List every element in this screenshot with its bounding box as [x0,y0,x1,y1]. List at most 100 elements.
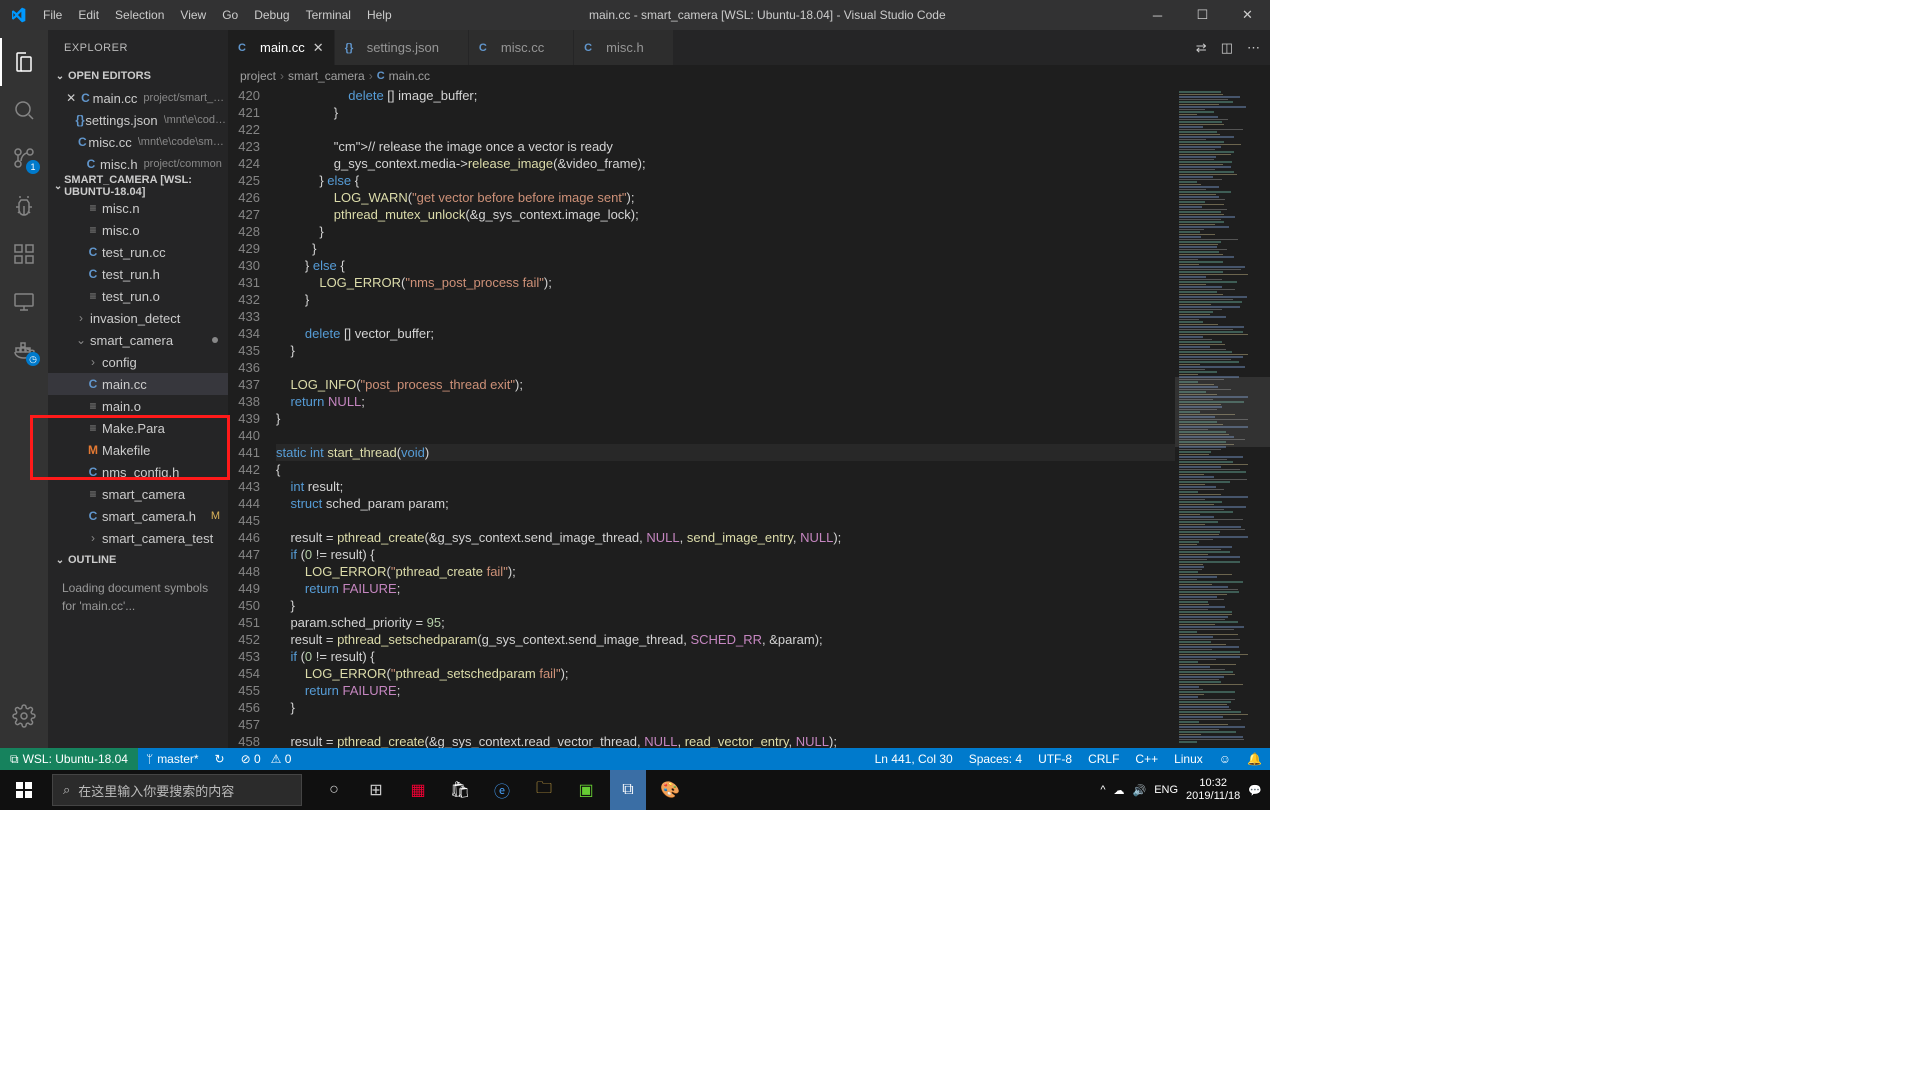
open-editors-section[interactable]: ⌄OPEN EDITORS [48,65,228,87]
main-menu: FileEditSelectionViewGoDebugTerminalHelp [35,0,400,30]
close-tab-icon[interactable]: ✕ [313,40,324,56]
settings-activity[interactable] [0,692,48,740]
explorer-item[interactable]: MMakefile [48,439,228,461]
explorer-item[interactable]: ›config [48,351,228,373]
explorer-item[interactable]: ›invasion_detect [48,307,228,329]
cursor-position[interactable]: Ln 441, Col 30 [867,752,961,766]
encoding[interactable]: UTF-8 [1030,752,1080,766]
editor-tab[interactable]: Cmisc.cc✕ [469,30,574,65]
taskbar-search[interactable]: ⌕在这里输入你要搜索的内容 [52,774,302,806]
explorer-item[interactable]: ≡Make.Para [48,417,228,439]
menu-go[interactable]: Go [214,0,246,30]
minimap-slider[interactable] [1175,377,1270,447]
menu-file[interactable]: File [35,0,70,30]
search-activity[interactable] [0,86,48,134]
app-3-icon[interactable]: 🎨 [652,770,688,810]
open-editor-item[interactable]: Cmisc.cc\mnt\e\code\smart_camer... [48,131,228,153]
editor-tab[interactable]: Cmisc.h✕ [574,30,674,65]
debug-activity[interactable] [0,182,48,230]
os-indicator[interactable]: Linux [1166,752,1211,766]
scm-activity[interactable]: 1 [0,134,48,182]
explorer-item[interactable]: ≡main.o [48,395,228,417]
ime-lang[interactable]: ENG [1154,784,1178,796]
store-icon[interactable]: 🛍 [442,770,478,810]
eol[interactable]: CRLF [1080,752,1127,766]
minimap[interactable] [1175,87,1270,748]
action-center-icon[interactable]: 💬 [1248,784,1262,797]
app-1-icon[interactable]: ▦ [400,770,436,810]
explorer-item[interactable]: Ctest_run.cc [48,241,228,263]
explorer-icon[interactable]: 🗀 [526,770,562,810]
line-gutter: 4204214224234244254264274284294304314324… [228,87,276,748]
editor-tabs: Cmain.cc✕{}settings.json✕Cmisc.cc✕Cmisc.… [228,30,1270,65]
code-content[interactable]: delete [] image_buffer; } "cm">// releas… [276,87,1175,748]
app-2-icon[interactable]: ▣ [568,770,604,810]
explorer-item[interactable]: ≡misc.o [48,219,228,241]
explorer-item[interactable]: ›smart_camera_test [48,527,228,549]
volume-icon[interactable]: 🔊 [1133,784,1147,797]
minimize-button[interactable]: ─ [1135,0,1180,30]
git-branch[interactable]: ᛘmaster* [138,748,207,770]
explorer-activity[interactable] [0,38,48,86]
title-bar: FileEditSelectionViewGoDebugTerminalHelp… [0,0,1270,30]
explorer-item[interactable]: ≡test_run.o [48,285,228,307]
menu-terminal[interactable]: Terminal [298,0,359,30]
task-view-icon[interactable]: ⊞ [358,770,394,810]
editor-tab[interactable]: Cmain.cc✕ [228,30,335,65]
explorer-item[interactable]: Ctest_run.h [48,263,228,285]
explorer-item[interactable]: Csmart_camera.hM [48,505,228,527]
editor-tab-actions: ⇄ ◫ ⋯ [1186,30,1270,65]
menu-selection[interactable]: Selection [107,0,172,30]
remote-activity[interactable] [0,278,48,326]
explorer-item[interactable]: ≡smart_camera [48,483,228,505]
search-icon: ⌕ [63,782,70,798]
indent-spaces[interactable]: Spaces: 4 [961,752,1030,766]
start-button[interactable] [0,770,48,810]
explorer-item[interactable]: ≡misc.n [48,197,228,219]
menu-view[interactable]: View [172,0,214,30]
bc-project[interactable]: project [240,69,276,83]
code-editor[interactable]: 4204214224234244254264274284294304314324… [228,87,1270,748]
bc-file[interactable]: main.cc [389,69,430,83]
onedrive-icon[interactable]: ☁ [1114,784,1125,797]
git-sync[interactable]: ↻ [207,748,233,770]
explorer-item[interactable]: ⌄smart_camera [48,329,228,351]
feedback-icon[interactable]: ☺ [1211,752,1239,766]
vscode-task-icon[interactable]: ⧉ [610,770,646,810]
remote-icon: ⧉ [10,752,19,767]
cortana-icon[interactable]: ○ [316,770,352,810]
compare-icon[interactable]: ⇄ [1196,40,1207,56]
close-button[interactable]: ✕ [1225,0,1270,30]
explorer-item[interactable]: Cnms_config.h [48,461,228,483]
open-editor-item[interactable]: {}settings.json\mnt\e\code\smart_c... [48,109,228,131]
folder-section[interactable]: ⌄SMART_CAMERA [WSL: UBUNTU-18.04] [48,175,228,197]
folder-tree: ≡misc.n≡misc.oCtest_run.ccCtest_run.h≡te… [48,197,228,549]
language-mode[interactable]: C++ [1127,752,1166,766]
bc-folder[interactable]: smart_camera [288,69,365,83]
menu-help[interactable]: Help [359,0,400,30]
menu-edit[interactable]: Edit [70,0,107,30]
open-editor-item[interactable]: Cmisc.hproject/common [48,153,228,175]
explorer-sidebar: EXPLORER ⌄OPEN EDITORS ✕Cmain.ccproject/… [48,30,228,748]
extensions-activity[interactable] [0,230,48,278]
tray-up-icon[interactable]: ^ [1100,784,1105,796]
editor-tab[interactable]: {}settings.json✕ [335,30,469,65]
vscode-logo-icon [0,7,35,23]
remote-indicator[interactable]: ⧉WSL: Ubuntu-18.04 [0,748,138,770]
windows-taskbar: ⌕在这里输入你要搜索的内容 ○ ⊞ ▦ 🛍 ⓔ 🗀 ▣ ⧉ 🎨 ^ ☁ 🔊 EN… [0,770,1270,810]
edge-icon[interactable]: ⓔ [484,770,520,810]
more-actions-icon[interactable]: ⋯ [1247,40,1260,56]
taskbar-clock[interactable]: 10:32 2019/11/18 [1186,777,1240,803]
maximize-button[interactable]: ☐ [1180,0,1225,30]
split-editor-icon[interactable]: ◫ [1221,40,1233,56]
breadcrumb[interactable]: project› smart_camera› C main.cc [228,65,1270,87]
open-editor-item[interactable]: ✕Cmain.ccproject/smart_camera [48,87,228,109]
notifications-icon[interactable]: 🔔 [1239,752,1270,766]
open-editors-tree: ✕Cmain.ccproject/smart_camera{}settings.… [48,87,228,175]
errors-count[interactable]: ⊘ 0⚠ 0 [233,748,300,770]
window-controls: ─ ☐ ✕ [1135,0,1270,30]
docker-activity[interactable]: ◷ [0,326,48,374]
explorer-item[interactable]: Cmain.cc [48,373,228,395]
outline-section[interactable]: ⌄OUTLINE [48,549,228,571]
menu-debug[interactable]: Debug [246,0,297,30]
